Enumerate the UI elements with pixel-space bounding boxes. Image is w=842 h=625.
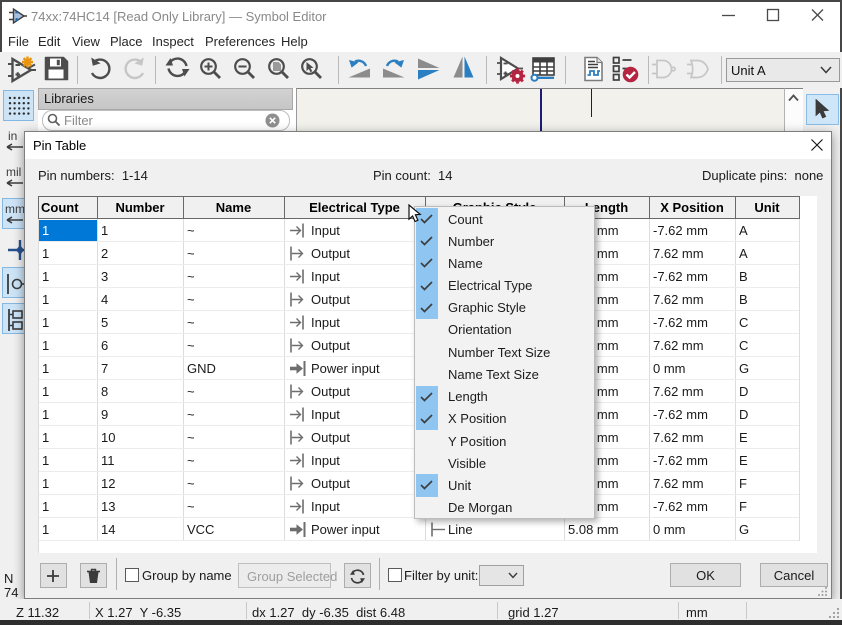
svg-text:in: in xyxy=(8,129,17,143)
svg-text:mm: mm xyxy=(5,202,25,216)
svg-text:mil: mil xyxy=(6,165,21,179)
